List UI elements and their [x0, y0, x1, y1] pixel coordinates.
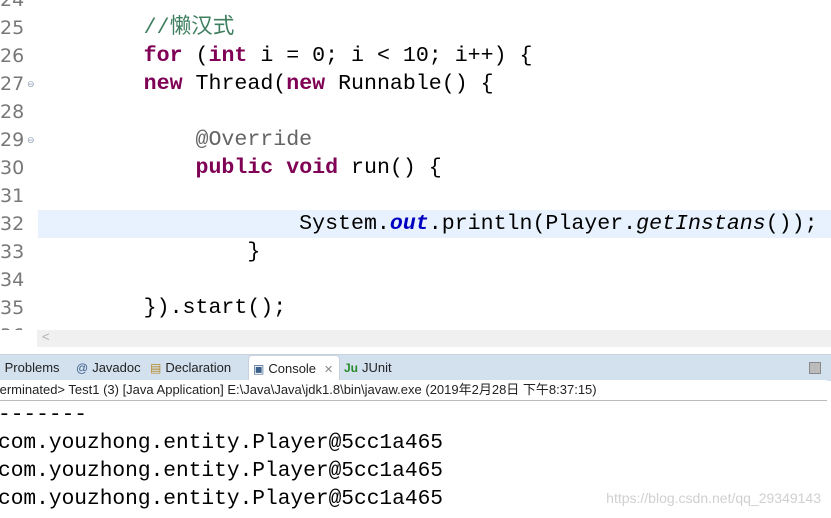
- console-line: com.youzhong.entity.Player@5cc1a465: [0, 487, 444, 511]
- problems-icon: ▯: [0, 355, 1, 381]
- code-token: @Override: [195, 128, 313, 152]
- console-line: com.youzhong.entity.Player@5cc1a465: [0, 459, 444, 483]
- code-token: }).start();: [40, 296, 287, 320]
- line-number: 30: [0, 157, 25, 179]
- code-token: public: [195, 156, 274, 180]
- code-token: i = 0; i < 10; i++) {: [247, 44, 533, 68]
- tab-label: Problems: [4, 360, 60, 375]
- line-number: 28: [0, 101, 25, 123]
- code-token: Runnable() {: [325, 72, 494, 96]
- code-token: Thread(: [182, 72, 287, 96]
- line-number: 36: [0, 322, 30, 330]
- fold-toggle-icon[interactable]: ⊖: [27, 126, 35, 154]
- tab-problems[interactable]: ▯Problems: [0, 355, 60, 381]
- fold-toggle-icon[interactable]: ⊖: [27, 70, 35, 98]
- console-status: terminated> Test1 (3) [Java Application]…: [0, 380, 827, 401]
- line-number: 34: [0, 269, 25, 291]
- code-token: System.: [40, 212, 390, 236]
- line-number: 27: [0, 73, 25, 95]
- console-line: com.youzhong.entity.Player@5cc1a465: [0, 431, 444, 455]
- line-number: 35: [0, 297, 25, 319]
- tab-junit[interactable]: Ju JUnit: [344, 355, 392, 381]
- code-token: int: [208, 44, 248, 68]
- tab-label: JUnit: [362, 360, 392, 375]
- line-number: 25: [0, 17, 25, 39]
- line-number: 26: [0, 45, 25, 67]
- code-token: getInstans: [636, 212, 766, 236]
- code-token: void: [286, 156, 339, 180]
- declaration-icon: ▤: [150, 361, 162, 375]
- line-number: 24: [0, 0, 25, 11]
- maximize-button[interactable]: [809, 362, 821, 374]
- tab-console[interactable]: ▣ Console ✕: [248, 355, 341, 382]
- bottom-panel-tabs: ▯Problems @Javadoc ▤Declaration ▣Console ✕ Ju…: [0, 354, 831, 382]
- watermark: https://blog.csdn.net/qq_29349143: [606, 490, 821, 506]
- tab-label: Console: [268, 361, 317, 376]
- junit-icon: Ju: [344, 361, 359, 375]
- code-token: }: [40, 240, 261, 264]
- code-token: //懒汉式: [143, 16, 235, 40]
- code-line: for (int i = 0; i < 10; i++) {: [40, 42, 533, 70]
- tab-label: Declaration: [165, 360, 232, 375]
- code-token: .println(Player.: [428, 212, 637, 236]
- code-token: out: [389, 212, 429, 236]
- tab-declaration[interactable]: ▤ Declaration: [150, 355, 231, 381]
- code-token: run() {: [338, 156, 442, 180]
- line-number: 31: [0, 185, 25, 207]
- javadoc-icon: @: [76, 361, 89, 375]
- close-icon[interactable]: ✕: [324, 364, 333, 376]
- line-number-gutter: 24252627⊖2829⊖30313233343536: [0, 0, 38, 330]
- line-number: 33: [0, 241, 25, 263]
- code-token: new: [286, 72, 326, 96]
- code-line: }: [40, 238, 260, 266]
- tab-javadoc[interactable]: @ Javadoc: [76, 355, 141, 381]
- code-line: public void run() {: [40, 154, 442, 182]
- code-token: for: [143, 44, 183, 68]
- scroll-left-arrow-icon[interactable]: <: [42, 329, 50, 344]
- code-line: //懒汉式: [40, 14, 235, 42]
- line-number: 29: [0, 129, 25, 151]
- code-line: System.out.println(Player.getInstans());: [40, 210, 818, 238]
- code-token: (: [182, 44, 209, 68]
- code-token: ());: [765, 212, 818, 236]
- console-line: -------: [0, 403, 88, 427]
- code-editor[interactable]: 24252627⊖2829⊖30313233343536 //懒汉式 for (…: [0, 0, 831, 330]
- console-icon: ▣: [253, 362, 265, 376]
- tab-label: Javadoc: [92, 360, 141, 375]
- horizontal-scrollbar[interactable]: <: [37, 329, 831, 347]
- code-line: @Override: [40, 126, 313, 154]
- code-token: new: [143, 72, 183, 96]
- code-line: new Thread(new Runnable() {: [40, 70, 494, 98]
- code-line: }).start();: [40, 294, 287, 322]
- line-number: 32: [0, 213, 25, 235]
